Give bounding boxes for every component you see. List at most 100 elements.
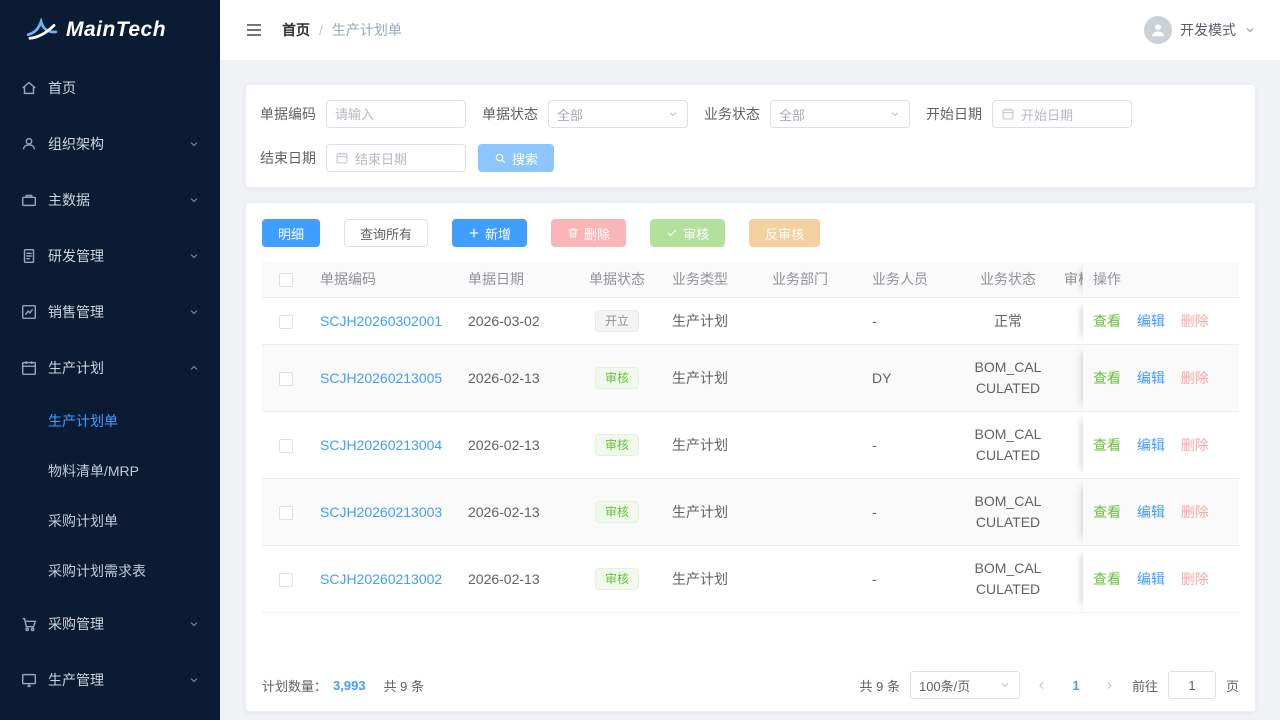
query-all-button[interactable]: 查询所有 — [344, 219, 428, 247]
chevron-down-icon — [188, 674, 200, 686]
row-checkbox[interactable] — [279, 372, 293, 386]
sidebar-item-master-data[interactable]: 主数据 — [0, 172, 220, 228]
prev-page-button[interactable] — [1030, 671, 1054, 699]
delete-link[interactable]: 删除 — [1181, 571, 1209, 587]
edit-link[interactable]: 编辑 — [1137, 313, 1165, 329]
cell-biz-dept — [762, 412, 862, 479]
toolbar: 明细 查询所有 新增 删除 审核 反审核 — [262, 219, 1239, 247]
sidebar-item-organization[interactable]: 组织架构 — [0, 116, 220, 172]
sidebar-item-production-management[interactable]: 生产管理 — [0, 652, 220, 708]
edit-link[interactable]: 编辑 — [1137, 437, 1165, 453]
delete-link[interactable]: 删除 — [1181, 313, 1209, 329]
sidebar-item-rd-management[interactable]: 研发管理 — [0, 228, 220, 284]
delete-button[interactable]: 删除 — [551, 219, 626, 247]
delete-link[interactable]: 删除 — [1181, 504, 1209, 520]
biz-status-select[interactable]: 全部 — [770, 100, 910, 128]
sidebar-subitem-label: 生产计划单 — [48, 411, 118, 431]
sidebar-item-home[interactable]: 首页 — [0, 60, 220, 116]
view-link[interactable]: 查看 — [1093, 571, 1121, 587]
view-link[interactable]: 查看 — [1093, 370, 1121, 386]
sidebar-item-purchasing-management[interactable]: 采购管理 — [0, 596, 220, 652]
table-panel: 明细 查询所有 新增 删除 审核 反审核 — [245, 202, 1256, 712]
edit-link[interactable]: 编辑 — [1137, 370, 1165, 386]
doc-code-link[interactable]: SCJH20260213004 — [320, 437, 448, 453]
header-doc-date: 单据日期 — [458, 261, 572, 298]
row-checkbox[interactable] — [279, 315, 293, 329]
cell-biz-dept — [762, 345, 862, 412]
cell-biz-status: 正常 — [962, 298, 1054, 345]
add-button[interactable]: 新增 — [452, 219, 527, 247]
sidebar-item-label: 生产计划 — [48, 358, 188, 378]
header-doc-code: 单据编码 — [310, 261, 458, 298]
sidebar-subitem-bom-mrp[interactable]: 物料清单/MRP — [0, 446, 220, 496]
calendar-icon — [335, 151, 349, 165]
start-date-label: 开始日期 — [922, 104, 982, 124]
edit-link[interactable]: 编辑 — [1137, 571, 1165, 587]
goto-page-input[interactable] — [1168, 671, 1216, 699]
breadcrumb-home[interactable]: 首页 — [282, 20, 310, 40]
filter-panel: 单据编码 单据状态 全部 业务状态 全部 — [245, 84, 1256, 188]
sidebar-subitem-purchase-plan-demand[interactable]: 采购计划需求表 — [0, 546, 220, 596]
view-link[interactable]: 查看 — [1093, 437, 1121, 453]
end-date-placeholder: 结束日期 — [355, 149, 407, 168]
avatar — [1144, 16, 1172, 44]
main-area: 首页 / 生产计划单 开发模式 单据编码 — [220, 0, 1280, 720]
row-checkbox[interactable] — [279, 439, 293, 453]
doc-code-input[interactable] — [326, 100, 466, 128]
cell-biz-type: 生产计划 — [662, 546, 762, 613]
chevron-down-icon — [188, 138, 200, 150]
search-icon — [494, 152, 507, 165]
row-checkbox[interactable] — [279, 506, 293, 520]
doc-code-link[interactable]: SCJH20260213005 — [320, 370, 448, 386]
cell-biz-person: - — [862, 298, 962, 345]
doc-code-link[interactable]: SCJH20260213002 — [320, 571, 448, 587]
data-table: 单据编码 单据日期 单据状态 业务类型 业务部门 业务人员 业务状态 审核 操作 — [262, 261, 1239, 657]
cell-biz-status: BOM_CALCULATED — [962, 479, 1054, 546]
biz-status-label: 业务状态 — [700, 104, 760, 124]
hamburger-menu-icon[interactable] — [244, 20, 264, 40]
detail-button[interactable]: 明细 — [262, 219, 320, 247]
total-count-left: 共 9 条 — [384, 676, 424, 695]
document-icon — [20, 247, 38, 265]
table-row: SCJH20260213004 2026-02-13 审核 生产计划 - BOM… — [262, 412, 1239, 479]
sidebar-item-production-plan[interactable]: 生产计划 — [0, 340, 220, 396]
cell-doc-date: 2026-02-13 — [458, 479, 572, 546]
plus-icon — [468, 227, 480, 239]
select-all-checkbox[interactable] — [279, 273, 293, 287]
cell-biz-dept — [762, 298, 862, 345]
user-menu[interactable]: 开发模式 — [1144, 16, 1256, 44]
page-number[interactable]: 1 — [1064, 678, 1088, 693]
sidebar-item-label: 研发管理 — [48, 246, 188, 266]
cell-biz-status: BOM_CALCULATED — [962, 412, 1054, 479]
view-link[interactable]: 查看 — [1093, 313, 1121, 329]
chevron-down-icon — [999, 679, 1011, 691]
goto-label: 前往 — [1132, 676, 1158, 695]
sidebar-item-sales-management[interactable]: 销售管理 — [0, 284, 220, 340]
unaudit-button[interactable]: 反审核 — [749, 219, 820, 247]
doc-code-link[interactable]: SCJH20260213003 — [320, 504, 448, 520]
sidebar-subitem-purchase-plan-doc[interactable]: 采购计划单 — [0, 496, 220, 546]
page-size-select[interactable]: 100条/页 — [910, 671, 1020, 699]
delete-link[interactable]: 删除 — [1181, 370, 1209, 386]
table-row: SCJH20260213005 2026-02-13 审核 生产计划 DY BO… — [262, 345, 1239, 412]
edit-link[interactable]: 编辑 — [1137, 504, 1165, 520]
search-button[interactable]: 搜索 — [478, 144, 554, 172]
view-link[interactable]: 查看 — [1093, 504, 1121, 520]
status-badge: 审核 — [595, 367, 639, 389]
next-page-button[interactable] — [1098, 671, 1122, 699]
monitor-icon — [20, 671, 38, 689]
row-checkbox[interactable] — [279, 573, 293, 587]
doc-status-select[interactable]: 全部 — [548, 100, 688, 128]
doc-status-label: 单据状态 — [478, 104, 538, 124]
doc-code-link[interactable]: SCJH20260302001 — [320, 313, 448, 329]
sidebar-item-label: 组织架构 — [48, 134, 188, 154]
status-badge: 审核 — [595, 501, 639, 523]
sidebar-subitem-production-plan-doc[interactable]: 生产计划单 — [0, 396, 220, 446]
delete-link[interactable]: 删除 — [1181, 437, 1209, 453]
chart-icon — [20, 303, 38, 321]
cell-biz-status: BOM_CALCULATED — [962, 345, 1054, 412]
audit-button[interactable]: 审核 — [650, 219, 725, 247]
end-date-input[interactable]: 结束日期 — [326, 144, 466, 172]
cell-biz-person: DY — [862, 345, 962, 412]
start-date-input[interactable]: 开始日期 — [992, 100, 1132, 128]
